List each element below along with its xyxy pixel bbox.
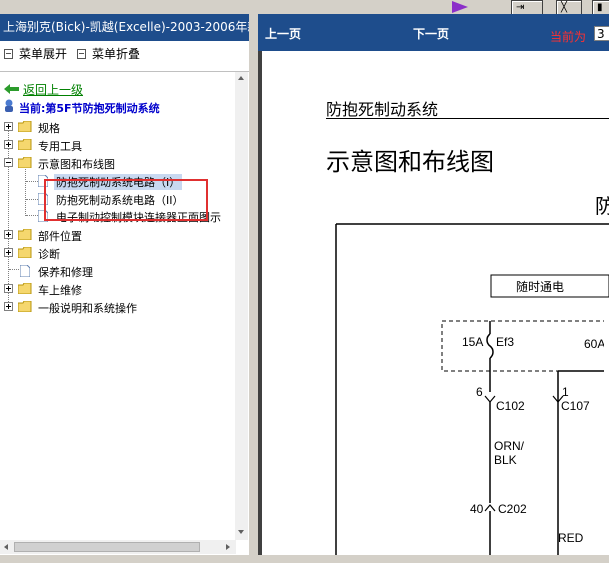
folder-icon [18,301,32,312]
collapse-toggle[interactable] [4,158,13,167]
scroll-thumb[interactable] [14,542,200,552]
tree-item-label: 部件位置 [38,230,82,243]
tree-item-diagnosis[interactable]: 诊断 [0,245,230,261]
expand-menu-label: 菜单展开 [19,47,68,61]
back-link[interactable]: 返回上一级 [23,81,83,98]
folder-icon [18,247,32,258]
tree-item-specs[interactable]: 规格 [0,119,230,135]
arrow-icon: ⇥ [516,2,525,13]
navigation-pane: 上海别克(Bick)-凯越(Excelle)-2003-2006年款 菜单展开 … [0,14,250,555]
pane-splitter[interactable] [249,14,258,555]
collapse-menu-button[interactable]: 菜单折叠 [77,45,140,62]
play-icon[interactable] [452,1,468,13]
page-navigation-bar: 上一页 下一页 当前为 3 [258,14,609,51]
connector-label: C107 [561,399,590,413]
toolbar-button-1[interactable]: ⇥ [511,0,543,15]
tree-item-label: 诊断 [38,248,60,261]
connector-symbol [484,504,496,512]
folder-icon [18,121,32,132]
scroll-right-icon[interactable] [226,544,230,550]
back-arrow-icon[interactable] [4,84,19,94]
expand-toggle[interactable] [4,284,13,293]
connector-symbol [484,395,496,403]
wire-color: BLK [494,453,517,467]
expand-toggle[interactable] [4,140,13,149]
toolbar-button-2[interactable]: ╳ [556,0,582,15]
menu-bar: 菜单展开 菜单折叠 [0,43,249,63]
tree-item-label: 车上维修 [38,284,82,297]
connector-label: C202 [498,502,527,516]
vertical-scrollbar[interactable] [235,72,248,540]
wire-color: RED [558,531,584,545]
fuse-rating: 15A [462,335,483,349]
folder-icon [18,283,32,294]
page-edge [604,311,609,555]
collapse-icon [77,49,86,59]
current-section: 当前:第5F节防抱死制动系统 [19,102,160,115]
divider [0,71,249,72]
connector-label: C102 [496,399,525,413]
tree-item-schematics[interactable]: 示意图和布线图 [0,155,230,171]
tree-item-label: 保养和修理 [38,266,93,279]
expand-icon [4,49,13,59]
tree-item-special-tools[interactable]: 专用工具 [0,137,230,153]
fuse-symbol [486,333,494,359]
scroll-left-icon[interactable] [4,544,8,550]
bar-icon: ▮ [597,2,603,13]
wiring-schematic: 随时通电 15A Ef3 60A 6 C102 1 C107 ORN/ BLK … [335,223,609,555]
open-folder-icon [18,157,32,168]
tree-item-label: 规格 [38,122,60,135]
pin-number: 40 [470,502,484,516]
tree-item-label: 专用工具 [38,140,82,153]
page-number-input[interactable]: 3 [594,26,609,41]
fuse-name: Ef3 [496,335,514,349]
tree-item-maintenance[interactable]: 保养和修理 [0,263,230,279]
scroll-down-icon[interactable] [238,530,244,534]
tree-item-label: 一般说明和系统操作 [38,302,137,315]
tree-item-general-description[interactable]: 一般说明和系统操作 [0,299,230,315]
person-icon [5,99,13,112]
current-page-label: 当前为 [550,30,587,44]
wire-color: ORN/ [494,439,525,453]
split-icon: ╳ [561,2,568,13]
scroll-up-icon[interactable] [238,76,244,80]
toolbar-button-3[interactable]: ▮ [592,0,609,15]
prev-page-link[interactable]: 上一页 [265,25,301,42]
tree-item-component-locations[interactable]: 部件位置 [0,227,230,243]
status-strip [0,555,609,563]
highlight-annotation [44,179,208,221]
expand-toggle[interactable] [4,302,13,311]
next-page-link[interactable]: 下一页 [413,25,449,42]
fuse-rating: 60A [584,337,605,351]
document-icon [20,265,30,277]
top-toolbar: ⇥ ╳ ▮ [0,0,609,15]
expand-menu-button[interactable]: 菜单展开 [4,45,67,62]
vehicle-title: 上海别克(Bick)-凯越(Excelle)-2003-2006年款 [0,14,249,41]
collapse-menu-label: 菜单折叠 [92,47,141,61]
expand-toggle[interactable] [4,248,13,257]
folder-icon [18,139,32,150]
power-label: 随时通电 [516,279,564,294]
tree-item-on-vehicle-service[interactable]: 车上维修 [0,281,230,297]
pin-number: 6 [476,385,483,399]
horizontal-scrollbar[interactable] [0,540,236,554]
tree-item-label: 示意图和布线图 [38,158,115,171]
pin-number: 1 [562,385,569,399]
folder-icon [18,229,32,240]
expand-toggle[interactable] [4,230,13,239]
expand-toggle[interactable] [4,122,13,131]
